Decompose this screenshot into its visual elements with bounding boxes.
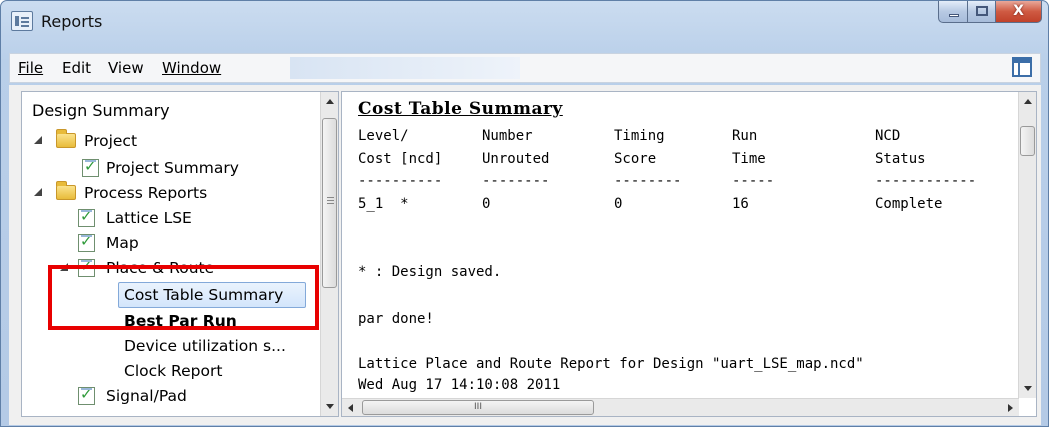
menu-file-label: File — [18, 59, 44, 77]
report-scroll-thumb[interactable] — [1020, 126, 1035, 156]
folder-icon — [56, 129, 76, 148]
report-icon — [82, 157, 99, 177]
window-title: Reports — [41, 12, 103, 31]
scroll-up-icon[interactable] — [321, 92, 338, 110]
menu-window[interactable]: Window — [162, 59, 221, 77]
report-icon — [78, 385, 95, 405]
close-button[interactable]: X — [996, 1, 1042, 23]
separator: ----- — [732, 173, 775, 189]
tree-item-label: Lattice LSE — [106, 209, 192, 227]
menu-bar: File Edit View Window — [9, 53, 1041, 83]
col-header-level: Level/ — [358, 128, 409, 144]
highlight-annotation-box — [48, 265, 319, 330]
col-header-score: Score — [614, 151, 657, 167]
caption-buttons: X — [938, 1, 1042, 23]
col-header-cost: Cost [ncd] — [358, 151, 443, 167]
tree-item-label: Clock Report — [124, 362, 223, 380]
col-header-ncd: NCD — [875, 128, 901, 144]
report-title: Cost Table Summary — [358, 99, 563, 119]
col-header-time: Time — [732, 151, 766, 167]
tree-item-label: Map — [106, 234, 139, 252]
separator: ---------- — [358, 173, 443, 189]
menu-view[interactable]: View — [108, 59, 144, 77]
minimize-icon — [949, 14, 959, 17]
scroll-down-icon[interactable] — [1019, 380, 1036, 398]
separator: ------------ — [875, 173, 977, 189]
tree-item-label: Signal/Pad — [106, 387, 187, 405]
report-view-pane: Cost Table Summary Level/ Number Timing … — [341, 91, 1037, 417]
report-date-line: Wed Aug 17 14:10:08 2011 — [358, 377, 561, 393]
report-tree-pane: Design Summary Project Project Summary P… — [21, 91, 339, 417]
menu-window-label: Window — [162, 59, 222, 77]
cell-status: Complete — [875, 196, 943, 212]
expand-icon[interactable] — [34, 188, 44, 198]
expand-icon[interactable] — [34, 136, 44, 146]
cell-time: 16 — [732, 196, 749, 212]
maximize-button[interactable] — [968, 1, 996, 23]
content-area: Design Summary Project Project Summary P… — [9, 85, 1041, 425]
maximize-icon — [976, 6, 988, 16]
design-saved-note: * : Design saved. — [358, 264, 502, 280]
par-done-text: par done! — [358, 311, 434, 327]
report-horizontal-scrollbar[interactable]: III — [342, 398, 1019, 416]
scroll-down-icon[interactable] — [321, 398, 338, 416]
cell-unrouted: 0 — [482, 196, 491, 212]
collapsed-icon[interactable] — [60, 390, 70, 402]
close-icon: X — [1013, 3, 1024, 19]
folder-icon — [56, 181, 76, 200]
tree-item-label: Device utilization s... — [124, 337, 286, 355]
layout-icon[interactable] — [1012, 57, 1032, 77]
tree-scroll-thumb[interactable] — [322, 118, 337, 288]
separator: -------- — [482, 173, 550, 189]
tree-item-label: Process Reports — [84, 184, 208, 202]
title-bar[interactable]: Reports X — [1, 1, 1048, 49]
tree-item-label: Project Summary — [106, 159, 239, 177]
scroll-up-icon[interactable] — [1019, 92, 1036, 110]
report-vertical-scrollbar[interactable] — [1018, 92, 1036, 398]
reports-window: Reports X File Edit View Window Design S… — [0, 0, 1049, 427]
tree-item-label: Project — [84, 132, 138, 150]
menu-edit[interactable]: Edit — [62, 59, 91, 77]
minimize-button[interactable] — [938, 1, 968, 23]
col-header-status: Status — [875, 151, 926, 167]
cell-level: 5_1 * — [358, 196, 409, 212]
reports-app-icon — [11, 11, 33, 31]
col-header-timing: Timing — [614, 128, 665, 144]
cell-score: 0 — [614, 196, 623, 212]
tree-vertical-scrollbar[interactable] — [320, 92, 338, 416]
collapsed-icon[interactable] — [60, 237, 70, 249]
horizontal-scroll-thumb[interactable]: III — [362, 400, 594, 415]
tree-header: Design Summary — [32, 101, 170, 120]
collapsed-icon[interactable] — [60, 212, 70, 224]
report-icon — [78, 232, 95, 252]
col-header-number: Number — [482, 128, 533, 144]
report-footer-line: Lattice Place and Route Report for Desig… — [358, 356, 864, 372]
report-icon — [78, 207, 95, 227]
col-header-run: Run — [732, 128, 758, 144]
col-header-unrouted: Unrouted — [482, 151, 550, 167]
menu-bar-gradient — [290, 57, 520, 79]
grip-icon — [327, 197, 334, 198]
menu-file[interactable]: File — [18, 59, 43, 77]
separator: -------- — [614, 173, 682, 189]
